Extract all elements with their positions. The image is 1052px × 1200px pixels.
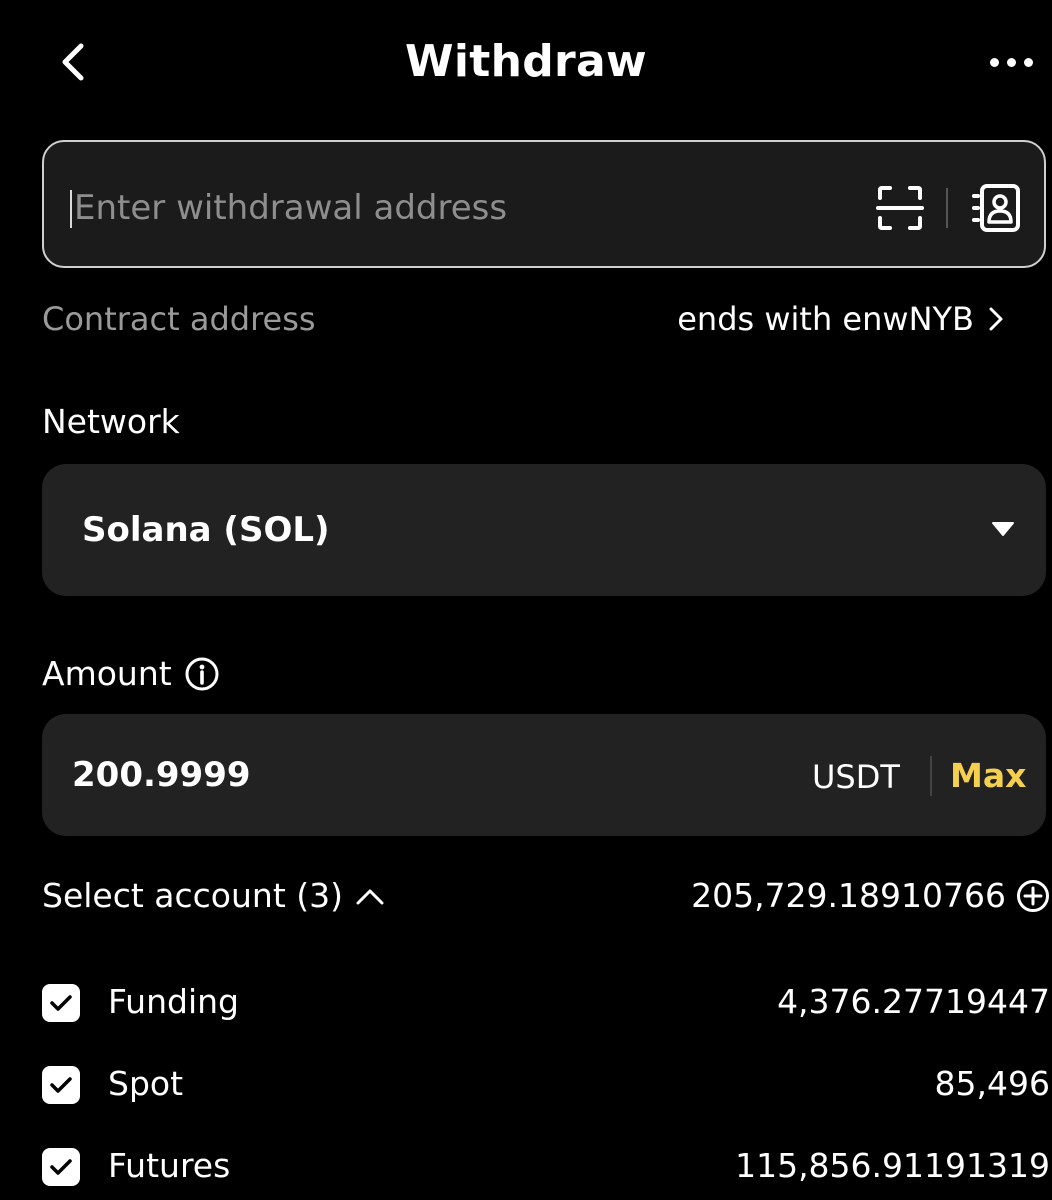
check-icon xyxy=(50,1159,72,1175)
plus-circle-icon[interactable] xyxy=(1016,879,1050,913)
amount-label-row: Amount xyxy=(42,654,220,693)
account-total-value: 205,729.18910766 xyxy=(691,876,1006,915)
network-select[interactable]: Solana (SOL) xyxy=(42,464,1046,596)
chevron-up-icon xyxy=(356,889,384,904)
amount-label: Amount xyxy=(42,654,172,693)
account-total-row: 205,729.18910766 xyxy=(691,876,1050,915)
caret-down-icon xyxy=(992,522,1014,536)
funding-checkbox[interactable] xyxy=(42,984,80,1022)
page-title: Withdraw xyxy=(405,36,647,87)
amount-input-container: USDT Max xyxy=(42,714,1046,836)
max-button[interactable]: Max xyxy=(950,756,1026,795)
account-name: Funding xyxy=(108,982,239,1021)
account-row-spot: Spot 85,496 xyxy=(42,1056,1050,1116)
account-name: Spot xyxy=(108,1064,184,1103)
spot-checkbox[interactable] xyxy=(42,1066,80,1104)
chevron-right-icon xyxy=(989,307,1003,331)
contract-address-value: ends with enwNYB xyxy=(677,300,974,338)
more-dot-icon xyxy=(990,57,999,67)
text-caret xyxy=(70,190,72,228)
account-name: Futures xyxy=(108,1146,231,1185)
withdrawal-address-input[interactable] xyxy=(74,184,834,232)
contract-address-link[interactable]: ends with enwNYB xyxy=(677,300,1004,338)
info-icon[interactable] xyxy=(184,656,220,692)
scan-icon[interactable] xyxy=(876,184,924,232)
input-divider xyxy=(946,188,948,228)
futures-checkbox[interactable] xyxy=(42,1148,80,1186)
check-icon xyxy=(50,995,72,1011)
account-balance: 85,496 xyxy=(934,1064,1050,1103)
more-dot-icon xyxy=(1024,57,1033,67)
more-dot-icon xyxy=(1007,57,1016,67)
contract-address-label: Contract address xyxy=(42,300,316,338)
account-balance: 4,376.27719447 xyxy=(777,982,1050,1021)
account-row-futures: Futures 115,856.91191319 xyxy=(42,1138,1050,1198)
account-row-funding: Funding 4,376.27719447 xyxy=(42,974,1050,1034)
withdraw-screen: Withdraw Contract address ends with enwN… xyxy=(0,0,1052,1200)
select-account-toggle[interactable]: Select account (3) xyxy=(42,876,385,915)
select-account-label: Select account (3) xyxy=(42,876,343,915)
check-icon xyxy=(50,1077,72,1093)
network-selected-value: Solana (SOL) xyxy=(82,510,330,550)
amount-divider xyxy=(930,756,932,796)
currency-label: USDT xyxy=(812,758,900,796)
network-label: Network xyxy=(42,402,180,441)
amount-input[interactable] xyxy=(72,750,672,800)
account-balance: 115,856.91191319 xyxy=(735,1146,1050,1185)
more-options-button[interactable] xyxy=(990,50,1052,74)
address-book-icon[interactable] xyxy=(970,182,1022,234)
